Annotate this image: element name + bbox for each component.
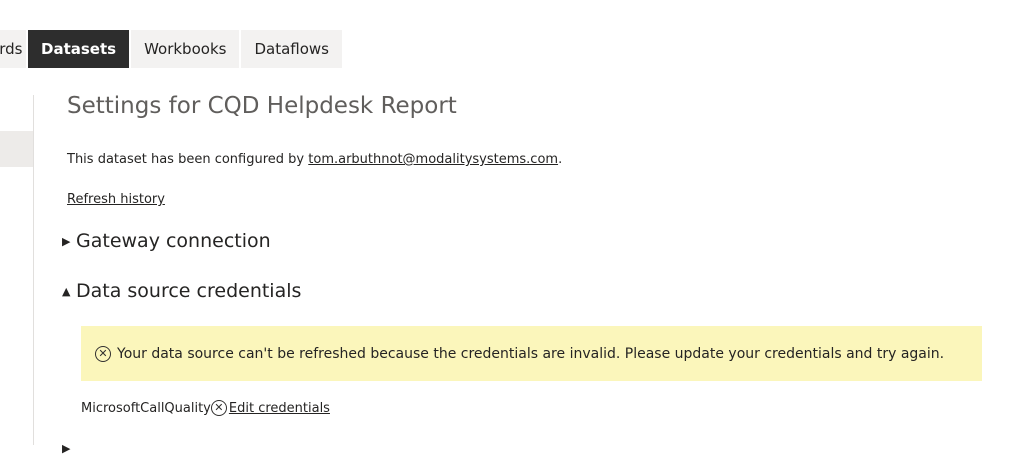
caret-down-icon: ▲ (62, 285, 71, 298)
tab-workbooks[interactable]: Workbooks (131, 30, 240, 68)
error-circle-icon: ✕ (210, 400, 227, 416)
page-title: Settings for CQD Helpdesk Report (67, 93, 457, 119)
configured-prefix: This dataset has been configured by (67, 152, 305, 167)
gateway-connection-section[interactable]: ▶ Gateway connection (62, 230, 271, 252)
caret-right-icon: ▶ (62, 235, 71, 248)
configured-suffix: . (558, 152, 563, 167)
credentials-error-alert: ✕ Your data source can't be refreshed be… (81, 326, 982, 381)
edit-credentials-link[interactable]: Edit credentials (229, 401, 330, 416)
alert-message: Your data source can't be refreshed beca… (117, 345, 945, 362)
data-source-credentials-section[interactable]: ▲ Data source credentials (62, 280, 301, 302)
refresh-history-label[interactable]: Refresh history (67, 192, 165, 207)
tab-dashboards[interactable]: ards (0, 30, 26, 68)
next-section-partial[interactable]: ▶ (62, 435, 76, 457)
error-circle-icon: ✕ (95, 345, 111, 362)
configured-by-text: This dataset has been configured by tom.… (67, 152, 562, 167)
tab-bar: ards Datasets Workbooks Dataflows (0, 30, 344, 68)
configured-email-link[interactable]: tom.arbuthnot@modalitysystems.com (308, 152, 558, 167)
caret-right-icon: ▶ (62, 442, 71, 455)
tab-dataflows[interactable]: Dataflows (241, 30, 342, 68)
refresh-history-link[interactable]: Refresh history (67, 192, 165, 207)
gateway-connection-label: Gateway connection (76, 230, 271, 252)
credential-row: MicrosoftCallQuality ✕ Edit credentials (81, 400, 330, 416)
data-source-name: MicrosoftCallQuality (81, 400, 211, 416)
tab-datasets[interactable]: Datasets (28, 30, 130, 68)
dataset-list-selected-item[interactable] (0, 131, 33, 167)
data-source-credentials-label: Data source credentials (76, 280, 302, 302)
